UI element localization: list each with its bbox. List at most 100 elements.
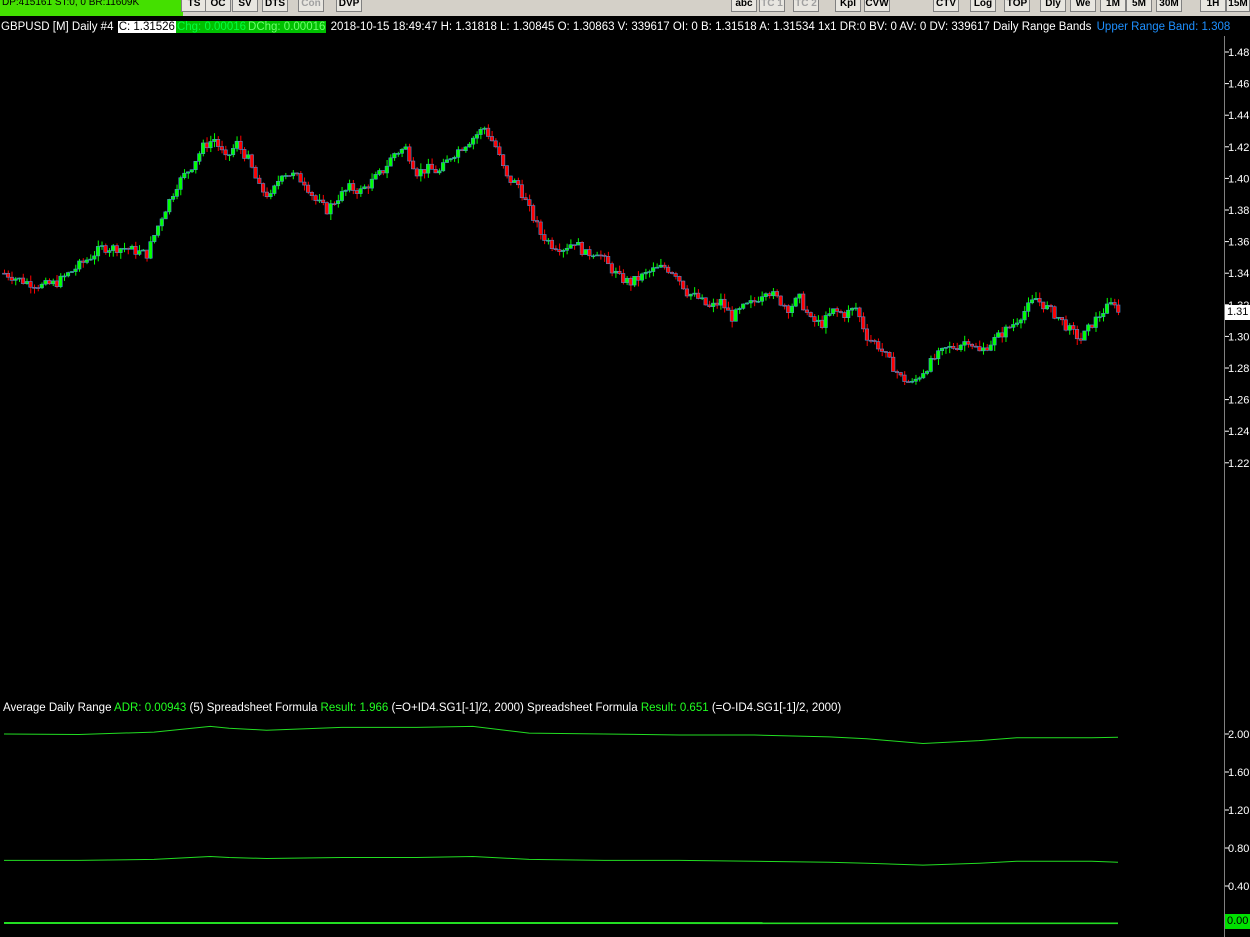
- candle-body: [782, 304, 787, 307]
- candle-body: [767, 293, 772, 297]
- candle-body: [264, 191, 269, 198]
- candle-body: [246, 154, 251, 159]
- candle-body: [538, 221, 543, 235]
- candle-body: [28, 281, 33, 288]
- candle-body: [103, 245, 108, 253]
- candle-body: [812, 316, 817, 322]
- candle-body: [294, 172, 299, 175]
- candle-body: [613, 270, 618, 274]
- candle-body: [647, 271, 652, 273]
- candle-body: [962, 341, 967, 346]
- candle-body: [958, 344, 963, 350]
- candle-body: [564, 247, 569, 251]
- candle-body: [902, 374, 907, 382]
- candle-body: [58, 275, 63, 287]
- candle-body: [77, 260, 82, 270]
- price-y-tick-label: 1.30: [1228, 331, 1249, 343]
- candle-body: [24, 281, 29, 284]
- candle-body: [1082, 330, 1087, 341]
- candle-body: [287, 175, 292, 177]
- candle-body: [1029, 299, 1035, 304]
- candle-body: [362, 186, 367, 190]
- candle-body: [343, 189, 348, 192]
- candle-body: [197, 153, 202, 162]
- candle-body: [1022, 311, 1027, 321]
- candle-body: [144, 249, 149, 259]
- indicator-y-tick-label: 2.00: [1228, 729, 1249, 741]
- candle-body: [561, 250, 566, 252]
- candle-body: [981, 347, 986, 352]
- candle-body: [399, 149, 404, 154]
- x-axis: [0, 930, 1224, 937]
- candle-body: [88, 258, 93, 261]
- candle-body: [508, 175, 513, 183]
- candle-body: [587, 249, 592, 257]
- candle-body: [291, 172, 296, 177]
- candle-body: [1108, 302, 1113, 305]
- candle-body: [621, 273, 626, 283]
- price-y-tick-label: 1.34: [1228, 268, 1249, 280]
- candle-body: [606, 256, 611, 265]
- candle-body: [1071, 325, 1076, 330]
- candle-body: [242, 149, 247, 159]
- candle-body: [324, 202, 329, 215]
- candle-body: [887, 352, 892, 358]
- candle-body: [452, 157, 457, 159]
- candle-body: [759, 296, 764, 302]
- candle-body: [313, 195, 318, 201]
- candle-body: [328, 203, 333, 215]
- candle-body: [639, 273, 644, 281]
- candle-body: [643, 272, 648, 275]
- last-price-tag: 1.31: [1225, 305, 1250, 320]
- candle-body: [666, 266, 671, 273]
- candle-body: [122, 248, 127, 250]
- candle-body: [152, 235, 157, 242]
- candle-body: [658, 264, 663, 268]
- candle-body: [1026, 302, 1031, 312]
- candle-body: [557, 249, 562, 252]
- candle-body: [13, 278, 18, 281]
- price-y-tick-label: 1.48: [1228, 47, 1249, 59]
- candle-body: [1059, 317, 1065, 321]
- indicator-y-tick-label: 1.60: [1228, 767, 1249, 779]
- candle-body: [411, 160, 416, 170]
- candle-body: [80, 260, 86, 263]
- candle-body: [857, 307, 862, 318]
- candle-body: [568, 244, 573, 249]
- candle-body: [1052, 306, 1057, 319]
- candle-body: [185, 171, 191, 174]
- candle-body: [936, 350, 941, 360]
- candle-body: [789, 305, 794, 313]
- candle-body: [381, 170, 386, 174]
- candle-body: [598, 254, 603, 257]
- candle-body: [594, 254, 599, 257]
- candle-body: [624, 277, 629, 283]
- candle-body: [617, 270, 622, 274]
- candle-body: [846, 309, 851, 318]
- candle-body: [868, 339, 873, 342]
- candle-body: [977, 346, 982, 352]
- candle-body: [609, 263, 614, 274]
- candle-body: [474, 134, 479, 139]
- candle-body: [302, 181, 307, 186]
- candle-body: [602, 254, 607, 257]
- candle-body: [193, 160, 198, 171]
- candle-body: [891, 356, 896, 372]
- price-y-tick-label: 1.46: [1228, 79, 1249, 91]
- candle-body: [516, 180, 521, 186]
- candle-body: [913, 378, 918, 382]
- candle-body: [129, 245, 134, 250]
- candle-body: [493, 140, 498, 148]
- candle-body: [223, 149, 228, 156]
- candle-body: [219, 146, 224, 151]
- candle-body: [114, 245, 119, 253]
- candle-body: [703, 297, 708, 306]
- candle-body: [527, 199, 532, 206]
- candle-body: [718, 298, 723, 306]
- candle-body: [984, 347, 990, 351]
- candle-body: [377, 170, 382, 175]
- candle-body: [257, 177, 262, 184]
- candle-body: [898, 372, 903, 376]
- chart-canvas[interactable]: 1.481.461.441.421.401.381.361.341.321.30…: [0, 0, 1250, 937]
- candle-body: [1116, 304, 1121, 313]
